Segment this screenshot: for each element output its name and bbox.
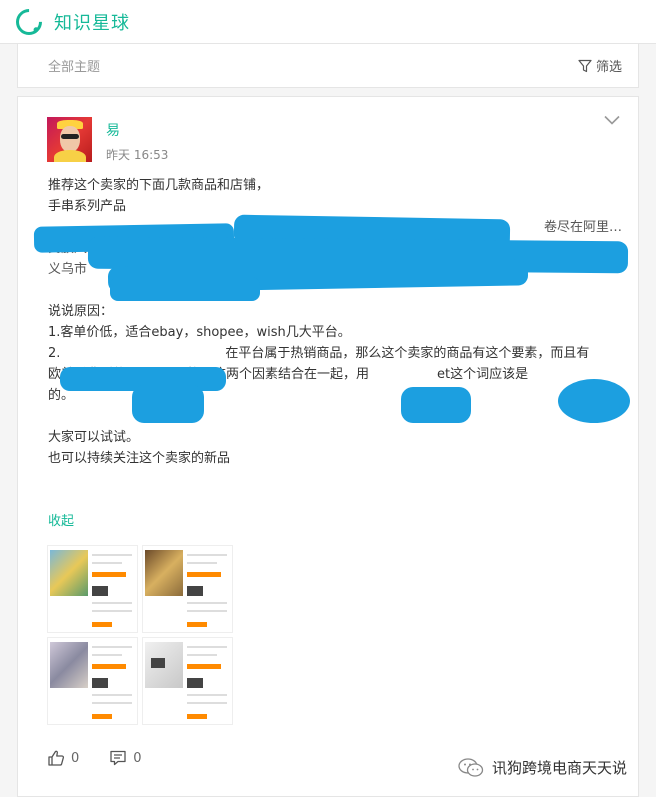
funnel-icon bbox=[578, 59, 592, 72]
thumbs-up-icon bbox=[48, 750, 65, 766]
collapse-link[interactable]: 收起 bbox=[48, 510, 74, 529]
like-button[interactable]: 0 bbox=[47, 749, 79, 767]
product-image-1[interactable] bbox=[47, 545, 138, 633]
post-line: 手串系列产品 bbox=[48, 199, 127, 214]
filter-button-label: 筛选 bbox=[595, 60, 622, 75]
filter-button[interactable]: 筛选 bbox=[578, 56, 622, 75]
post-line: 2. 在平台属于热销商品，那么这个卖家的商品有这个要素，而且有 bbox=[48, 346, 590, 361]
avatar[interactable] bbox=[47, 117, 92, 162]
logo-icon[interactable] bbox=[10, 3, 48, 40]
brand-title[interactable]: 知识星球 bbox=[54, 9, 130, 35]
like-count: 0 bbox=[71, 750, 80, 766]
comment-count: 0 bbox=[133, 750, 142, 766]
post-time: 昨天 16:53 bbox=[106, 148, 169, 162]
watermark-text: 讯狗跨境电商天天说 bbox=[492, 759, 628, 777]
comment-button[interactable]: 0 bbox=[109, 749, 142, 767]
comment-icon bbox=[110, 750, 126, 766]
wechat-icon bbox=[458, 757, 484, 777]
post-card: 易 昨天 16:53 推荐这个卖家的下面几款商品和店铺， 手串系列产品 卷尽在阿… bbox=[17, 96, 639, 797]
filter-bar: 全部主题 筛选 bbox=[17, 44, 639, 88]
redaction-mark bbox=[401, 387, 471, 423]
post-line: 推荐这个卖家的下面几款商品和店铺， bbox=[48, 178, 270, 193]
topic-filter-title[interactable]: 全部主题 bbox=[48, 56, 100, 75]
redaction-mark bbox=[110, 277, 260, 301]
image-grid bbox=[47, 545, 233, 727]
post-actions: 0 0 bbox=[47, 749, 172, 767]
product-image-3[interactable] bbox=[47, 637, 138, 725]
post-line: 说说原因： bbox=[48, 304, 114, 319]
watermark: 讯狗跨境电商天天说 bbox=[458, 757, 627, 778]
chevron-down-icon[interactable] bbox=[604, 115, 620, 125]
post-line: 大家可以试试。 bbox=[48, 430, 140, 445]
author-name[interactable]: 易 bbox=[106, 120, 120, 140]
post-line: 也可以持续关注这个卖家的新品 bbox=[48, 451, 231, 466]
product-image-2[interactable] bbox=[142, 545, 233, 633]
redaction-mark bbox=[132, 385, 204, 423]
post-line: 1.客单价低，适合ebay，shopee，wish几大平台。 bbox=[48, 325, 351, 340]
redaction-mark bbox=[558, 379, 630, 423]
product-image-4[interactable] bbox=[142, 637, 233, 725]
top-bar: 知识星球 bbox=[0, 0, 656, 44]
